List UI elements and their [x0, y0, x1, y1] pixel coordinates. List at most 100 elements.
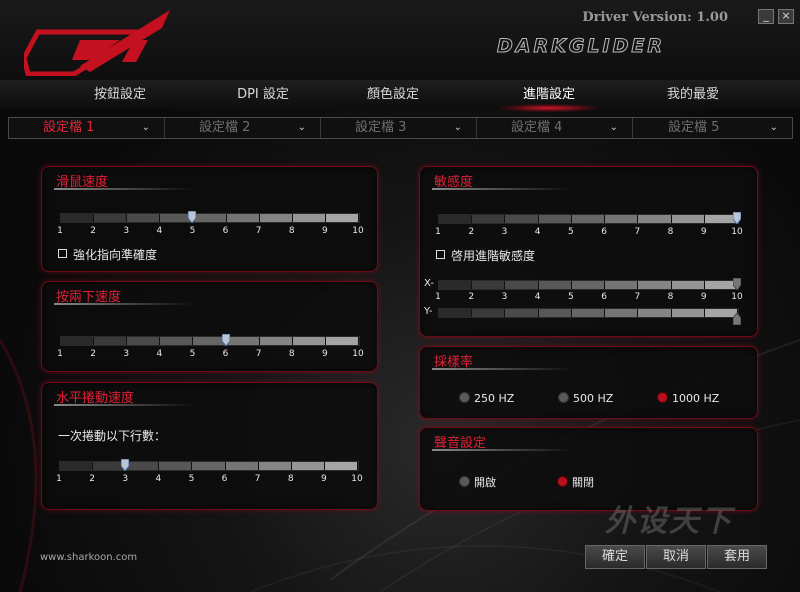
slider-segment [505, 309, 539, 317]
tab-favorites[interactable]: 我的最愛 [628, 80, 758, 110]
slider-segment [472, 215, 506, 223]
slider-thumb[interactable] [221, 331, 231, 347]
radio-250hz[interactable]: 250 HZ [459, 392, 514, 405]
mouse-speed-panel: 滑鼠速度 1 2 3 4 5 6 7 8 9 10 強化指向準確度 [41, 166, 378, 272]
mouse-speed-ticks: 1 2 3 4 5 6 7 8 9 10 [57, 226, 364, 238]
tick-label: 8 [667, 227, 674, 237]
slider-segment [94, 214, 128, 222]
slider-segment [226, 337, 260, 345]
tab-advanced-settings[interactable]: 進階設定 [484, 80, 614, 112]
scroll-speed-slider[interactable] [59, 461, 359, 471]
slider-thumb[interactable] [732, 209, 742, 225]
title-bar: Driver Version: 1.00 _ × DARKGLIDER [0, 0, 800, 81]
slider-segment [671, 281, 705, 289]
sensitivity-slider[interactable] [438, 214, 739, 224]
tick-label: 9 [321, 474, 327, 484]
slider-thumb[interactable] [732, 275, 742, 291]
profile-label: 設定檔 3 [355, 120, 407, 135]
checkbox-box [58, 249, 67, 258]
profile-dropdown-5[interactable]: 設定檔 5 ⌄ [634, 118, 792, 138]
slider-segment [538, 215, 572, 223]
title-underline [54, 404, 194, 406]
website-link[interactable]: www.sharkoon.com [40, 552, 137, 563]
tick-label: 6 [601, 292, 607, 302]
radio-sound-off[interactable]: 關閉 [557, 474, 594, 490]
radio-dot [558, 392, 569, 403]
tick-label: 2 [90, 349, 96, 359]
chevron-down-icon: ⌄ [609, 122, 618, 133]
x-sensitivity-ticks: 1 2 3 4 5 6 7 8 9 10 [435, 292, 743, 304]
sensitivity-panel: 敏感度 1 2 3 4 5 6 7 8 9 10 啓用進階敏感度 X- 1 2 3 4 5 6 7 8 9 10 Y… [419, 166, 758, 337]
double-click-slider[interactable] [60, 336, 360, 346]
slider-segment [127, 214, 161, 222]
radio-dot [557, 476, 568, 487]
slider-segment [292, 214, 326, 222]
slider-segment [671, 309, 705, 317]
chevron-down-icon: ⌄ [769, 122, 778, 133]
profile-dropdown-1[interactable]: 設定檔 1 ⌄ [9, 118, 165, 138]
close-button[interactable]: × [778, 9, 794, 24]
tick-label: 6 [601, 227, 607, 237]
chevron-down-icon: ⌄ [297, 122, 306, 133]
radio-sound-on[interactable]: 開啟 [459, 474, 496, 490]
radio-dot [459, 476, 470, 487]
minimize-button[interactable]: _ [758, 9, 774, 24]
radio-label: 關閉 [572, 476, 594, 489]
slider-segment [505, 281, 539, 289]
slider-thumb[interactable] [120, 456, 130, 472]
slider-segment [538, 309, 572, 317]
radio-1000hz[interactable]: 1000 HZ [657, 392, 719, 405]
chevron-down-icon: ⌄ [141, 122, 150, 133]
enhance-precision-checkbox[interactable]: 強化指向準確度 [58, 246, 157, 263]
apply-button[interactable]: 套用 [707, 545, 767, 569]
tab-button-settings[interactable]: 按鈕設定 [55, 80, 185, 110]
slider-segment [538, 281, 572, 289]
tick-label: 1 [435, 292, 441, 302]
slider-segment [571, 215, 606, 223]
slider-segment [259, 337, 293, 345]
y-sensitivity-slider[interactable] [438, 308, 739, 318]
radio-dot [459, 392, 470, 403]
cancel-button[interactable]: 取消 [646, 545, 706, 569]
slider-segment [225, 462, 259, 470]
slider-thumb[interactable] [732, 310, 742, 326]
radio-label: 開啟 [474, 476, 496, 489]
slider-segment [324, 462, 358, 470]
advanced-sensitivity-checkbox[interactable]: 啓用進階敏感度 [436, 247, 535, 264]
profile-dropdown-3[interactable]: 設定檔 3 ⌄ [321, 118, 477, 138]
tick-label: 7 [634, 227, 641, 237]
slider-segment [671, 215, 705, 223]
tick-label: 3 [123, 226, 130, 236]
slider-segment [638, 215, 672, 223]
tick-label: 9 [322, 349, 328, 359]
checkbox-label: 啓用進階敏感度 [451, 249, 536, 263]
title-underline [432, 449, 572, 451]
tick-label: 9 [700, 227, 707, 237]
y-axis-label: Y- [424, 306, 433, 317]
tick-label: 4 [156, 349, 163, 359]
double-click-ticks: 1 2 3 4 5 6 7 8 9 10 [57, 349, 364, 361]
main-tabs: 按鈕設定 DPI 設定 顏色設定 進階設定 我的最愛 [0, 80, 800, 112]
tab-color-settings[interactable]: 顏色設定 [328, 80, 458, 110]
x-sensitivity-slider[interactable] [438, 280, 739, 290]
profile-label: 設定檔 2 [199, 120, 251, 135]
radio-label: 1000 HZ [672, 392, 720, 405]
profile-dropdown-2[interactable]: 設定檔 2 ⌄ [165, 118, 321, 138]
ok-button[interactable]: 確定 [585, 545, 645, 569]
tick-label: 5 [568, 227, 574, 237]
slider-thumb[interactable] [187, 208, 197, 224]
tab-dpi-settings[interactable]: DPI 設定 [198, 80, 328, 110]
tick-label: 7 [255, 226, 262, 236]
slider-segment [605, 281, 639, 289]
tick-label: 1 [57, 349, 63, 359]
tick-label: 10 [351, 474, 363, 484]
mouse-speed-slider[interactable] [60, 213, 360, 223]
radio-500hz[interactable]: 500 HZ [558, 392, 613, 405]
slider-segment [571, 281, 606, 289]
profile-dropdown-4[interactable]: 設定檔 4 ⌄ [477, 118, 633, 138]
title-underline [54, 303, 194, 305]
tick-label: 2 [90, 226, 96, 236]
driver-version: Driver Version: 1.00 [582, 10, 728, 25]
tick-label: 3 [501, 292, 508, 302]
tick-label: 10 [731, 227, 743, 237]
